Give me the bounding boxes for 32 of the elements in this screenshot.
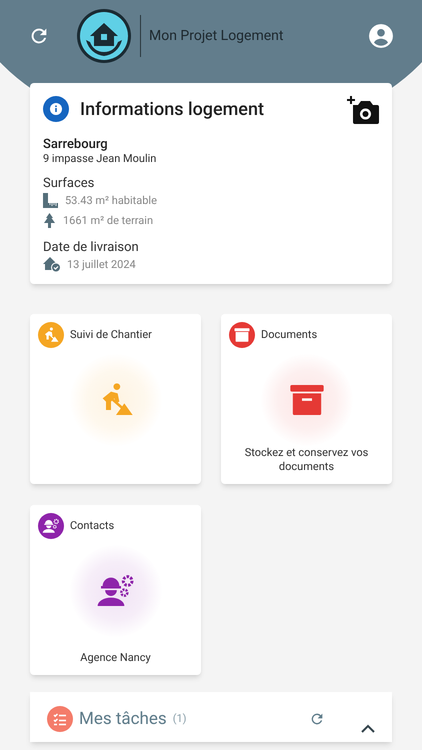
ruler-icon bbox=[43, 193, 58, 208]
delivery-date-text: 13 juillet 2024 bbox=[67, 258, 136, 272]
tile-title: Documents bbox=[261, 326, 318, 343]
section-label: Date de livraison bbox=[43, 240, 140, 255]
house-check-icon bbox=[43, 257, 61, 272]
card-title: Informations logement bbox=[80, 98, 264, 122]
section-label: Surfaces bbox=[43, 176, 96, 191]
city-name: Sarrebourg bbox=[43, 137, 109, 152]
living-area-text: 53.43 m² habitable bbox=[65, 194, 157, 208]
tile-caption: Stockez et conservez vos documents bbox=[244, 446, 370, 474]
tree-icon bbox=[43, 213, 56, 228]
app-title: Mon Projet Logement bbox=[149, 26, 284, 46]
feature-tile[interactable]: Documents Stockez et conservez vos documents bbox=[221, 314, 392, 484]
refresh-icon[interactable] bbox=[309, 711, 325, 727]
feature-tile[interactable]: Contacts Agence Nancy bbox=[30, 505, 201, 675]
section-title: Mes tâches bbox=[79, 708, 167, 731]
archive-box-icon bbox=[233, 326, 251, 344]
worker-gears-icon bbox=[42, 517, 60, 535]
address-text: 9 impasse Jean Moulin bbox=[43, 152, 158, 165]
worker-digging-icon bbox=[42, 326, 60, 344]
chevron-up-icon[interactable] bbox=[361, 724, 375, 733]
logo-icon bbox=[76, 8, 132, 64]
add-photo-icon[interactable] bbox=[347, 95, 379, 125]
land-area-text: 1661 m² de terrain bbox=[63, 214, 154, 228]
feature-tile[interactable]: Suivi de Chantier bbox=[30, 314, 201, 484]
info-icon bbox=[43, 96, 69, 122]
tile-title: Suivi de Chantier bbox=[70, 326, 152, 343]
task-count: (1) bbox=[172, 711, 186, 727]
account-icon[interactable] bbox=[368, 23, 394, 49]
tile-title: Contacts bbox=[70, 518, 114, 534]
tile-caption: Agence Nancy bbox=[79, 651, 152, 665]
checklist-icon bbox=[47, 706, 73, 732]
